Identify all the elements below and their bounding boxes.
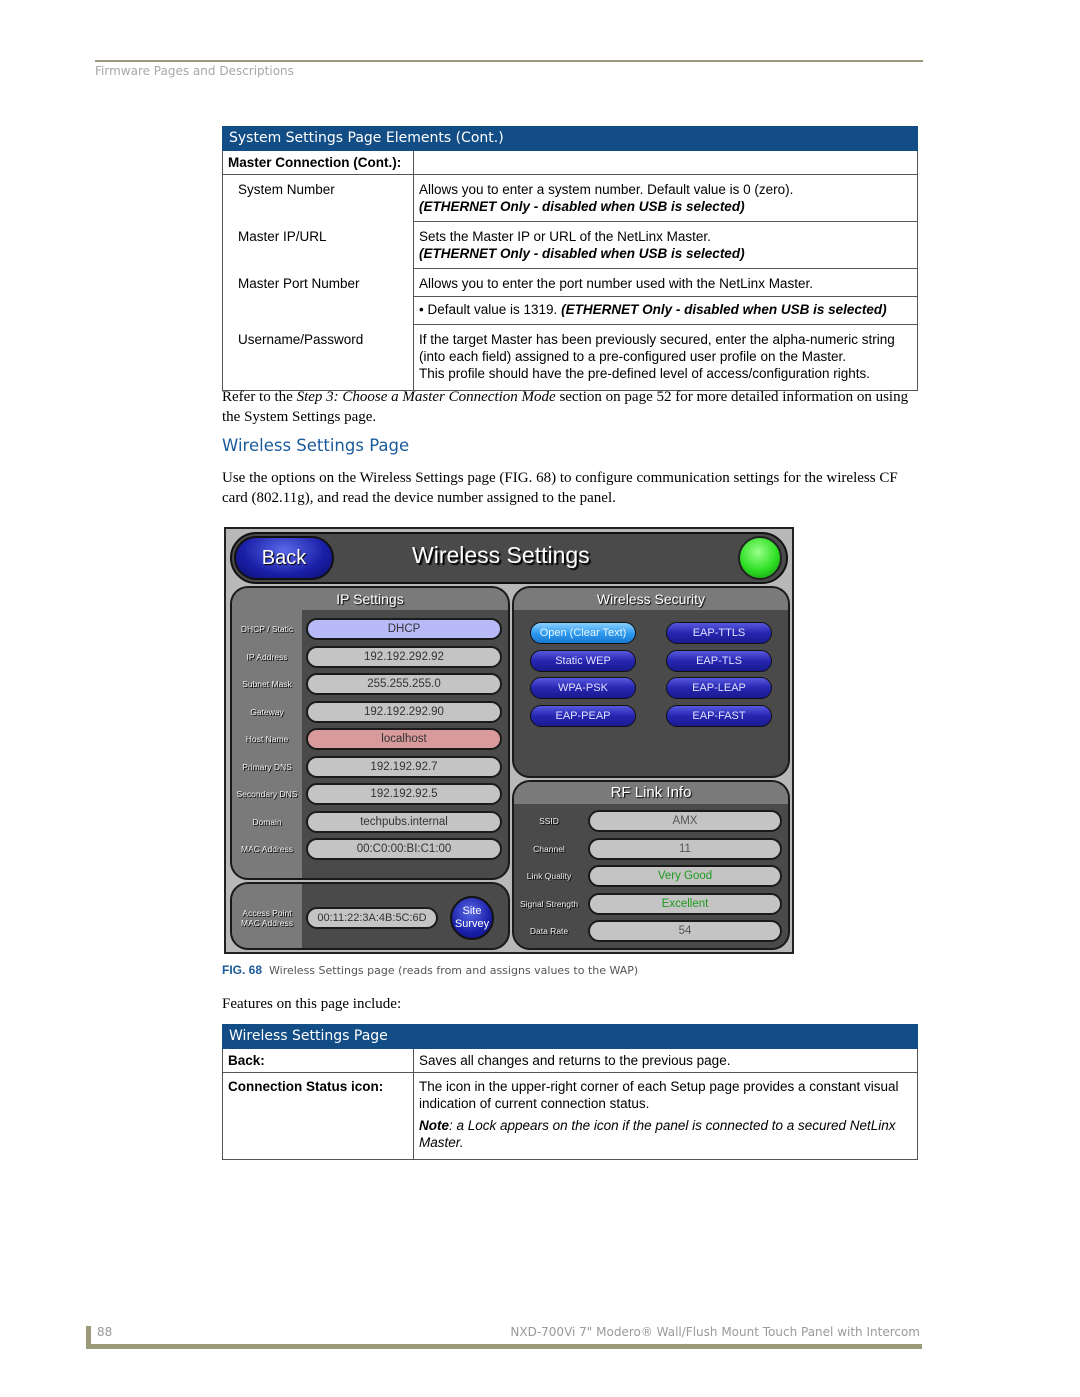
row-bullet: • Default value is 1319. [419, 302, 558, 317]
access-point-box: Access Point MAC Address 00:11:22:3A:4B:… [230, 882, 510, 950]
ip-field-label: DHCP / Static [240, 624, 294, 634]
security-option-button[interactable]: EAP-FAST [666, 704, 772, 727]
row-label: Master IP/URL [222, 221, 414, 269]
ip-field-input[interactable]: 192.192.292.90 [306, 700, 502, 723]
ap-mac-label: Access Point MAC Address [241, 908, 293, 928]
rf-field-value: AMX [588, 810, 782, 832]
row-text: The icon in the upper-right corner of ea… [419, 1079, 899, 1111]
rf-field-label: Channel [533, 843, 565, 854]
refer-link[interactable]: Step 3: Choose a Master Connection Mode [297, 389, 556, 405]
ip-field-input[interactable]: 192.192.292.92 [306, 645, 502, 668]
rf-field-label: Link Quality [526, 871, 572, 881]
row-label: Back: [222, 1048, 414, 1073]
panel-title: Wireless Settings [412, 542, 590, 568]
row-note: (ETHERNET Only - disabled when USB is se… [419, 246, 745, 261]
security-option-button[interactable]: Open (Clear Text) [530, 622, 636, 644]
page-number: 88 [97, 1325, 113, 1339]
table-title: Wireless Settings Page [222, 1024, 918, 1049]
rf-field-value: Excellent [588, 892, 782, 915]
product-name: NXD-700Vi 7" Modero® Wall/Flush Mount To… [510, 1325, 920, 1339]
row-text: This profile should have the pre-defined… [419, 366, 871, 381]
footer-rule [86, 1344, 922, 1349]
ip-field-input[interactable]: 192.192.92.5 [306, 783, 502, 805]
note-text: : a Lock appears on the icon if the pane… [419, 1118, 896, 1150]
wireless-security-box: Wireless Security Open (Clear Text) EAP-T… [512, 586, 790, 778]
section-heading: Wireless Settings Page [222, 436, 410, 455]
row-text: Allows you to enter the port number used… [413, 268, 918, 297]
table-row: Connection Status icon: The icon in the … [222, 1072, 918, 1160]
security-option-button[interactable]: Static WEP [530, 649, 636, 672]
table-row: System Number Allows you to enter a syst… [222, 174, 918, 222]
row-label: System Number [222, 174, 414, 222]
ip-field-input[interactable]: 192.192.92.7 [306, 755, 502, 778]
group-desc [413, 150, 918, 175]
site-survey-button[interactable]: Site Survey [450, 896, 494, 940]
ip-field-label: Primary DNS [242, 761, 292, 772]
figure-caption-text: Wireless Settings page (reads from and a… [269, 964, 639, 977]
group-label: Master Connection (Cont.): [222, 150, 414, 175]
running-header: Firmware Pages and Descriptions [95, 64, 294, 78]
ip-field-input[interactable]: DHCP [306, 618, 502, 640]
figure-caption: FIG. 68 Wireless Settings page (reads fr… [222, 963, 638, 977]
table-row: Username/Password If the target Master h… [222, 324, 918, 391]
rf-field-value: 54 [588, 920, 782, 942]
row-text: If the target Master has been previously… [419, 332, 895, 364]
features-intro: Features on this page include: [222, 996, 402, 1012]
row-text: Sets the Master IP or URL of the NetLinx… [419, 229, 711, 244]
security-option-button[interactable]: EAP-PEAP [530, 704, 636, 727]
ip-settings-box: IP Settings DHCP / Static DHCP IP Address 1… [230, 586, 510, 880]
ip-field-label: IP Address [246, 651, 288, 662]
rf-field-label: SSID [539, 816, 559, 826]
table-row: Back: Saves all changes and returns to t… [222, 1048, 918, 1073]
rf-field-label: Signal Strength [519, 898, 579, 909]
table-row: Master Port Number Allows you to enter t… [222, 268, 918, 325]
row-label: Connection Status icon: [222, 1072, 414, 1160]
rf-link-box: RF Link Info SSID AMX Channel 11 Link Qualit… [512, 780, 790, 950]
row-note: Note: a Lock appears on the icon if the … [419, 1117, 912, 1151]
label-column [232, 610, 302, 878]
ip-field-label: Host Name [245, 734, 289, 744]
ip-field-label: Gateway [250, 706, 284, 717]
refer-paragraph: Refer to the Step 3: Choose a Master Con… [222, 387, 918, 427]
intro-paragraph: Use the options on the Wireless Settings… [222, 470, 898, 506]
wireless-settings-table: Wireless Settings Page Back: Saves all c… [222, 1024, 918, 1160]
row-text: Saves all changes and returns to the pre… [413, 1048, 918, 1073]
wireless-settings-panel: Back Wireless Settings IP Settings DHCP … [224, 527, 794, 954]
table-title: System Settings Page Elements (Cont.) [222, 126, 918, 151]
figure-number: FIG. 68 [222, 963, 263, 977]
ip-field-label: Secondary DNS [236, 789, 298, 799]
header-rule [95, 60, 923, 62]
row-label: Username/Password [222, 324, 414, 391]
rf-field-label: Data Rate [529, 926, 569, 936]
ip-field-input[interactable]: localhost [306, 728, 502, 750]
rf-field-value: Very Good [588, 865, 782, 887]
connection-status-icon [738, 536, 782, 580]
back-button[interactable]: Back [234, 536, 334, 580]
security-option-button[interactable]: EAP-TLS [666, 649, 772, 672]
security-option-button[interactable]: EAP-LEAP [666, 677, 772, 699]
ip-field-input[interactable]: techpubs.internal [306, 810, 502, 833]
ap-mac-field[interactable]: 00:11:22:3A:4B:5C:6D [306, 907, 438, 929]
table-row: Master IP/URL Sets the Master IP or URL … [222, 221, 918, 269]
row-note: (ETHERNET Only - disabled when USB is se… [419, 199, 745, 214]
row-note: (ETHERNET Only - disabled when USB is se… [561, 302, 887, 317]
system-settings-table: System Settings Page Elements (Cont.) Ma… [222, 126, 918, 391]
security-option-button[interactable]: WPA-PSK [530, 677, 636, 699]
ip-field-label: Domain [252, 816, 282, 827]
title-bar: Back Wireless Settings [230, 532, 788, 584]
note-label: Note [419, 1118, 449, 1133]
ip-field-label: Subnet Mask [242, 679, 292, 689]
rf-link-title: RF Link Info [514, 782, 788, 804]
ip-field-input[interactable]: 00:C0:00:BI:C1:00 [306, 838, 502, 860]
ip-field-label: MAC Address [241, 844, 293, 854]
refer-text: Refer to the [222, 389, 297, 405]
row-label: Master Port Number [222, 268, 414, 325]
ip-settings-title: IP Settings [232, 588, 508, 610]
row-text: Allows you to enter a system number. Def… [419, 182, 794, 197]
rf-field-value: 11 [588, 837, 782, 860]
ip-field-input[interactable]: 255.255.255.0 [306, 673, 502, 695]
wireless-security-title: Wireless Security [514, 588, 788, 610]
security-option-button[interactable]: EAP-TTLS [666, 622, 772, 644]
